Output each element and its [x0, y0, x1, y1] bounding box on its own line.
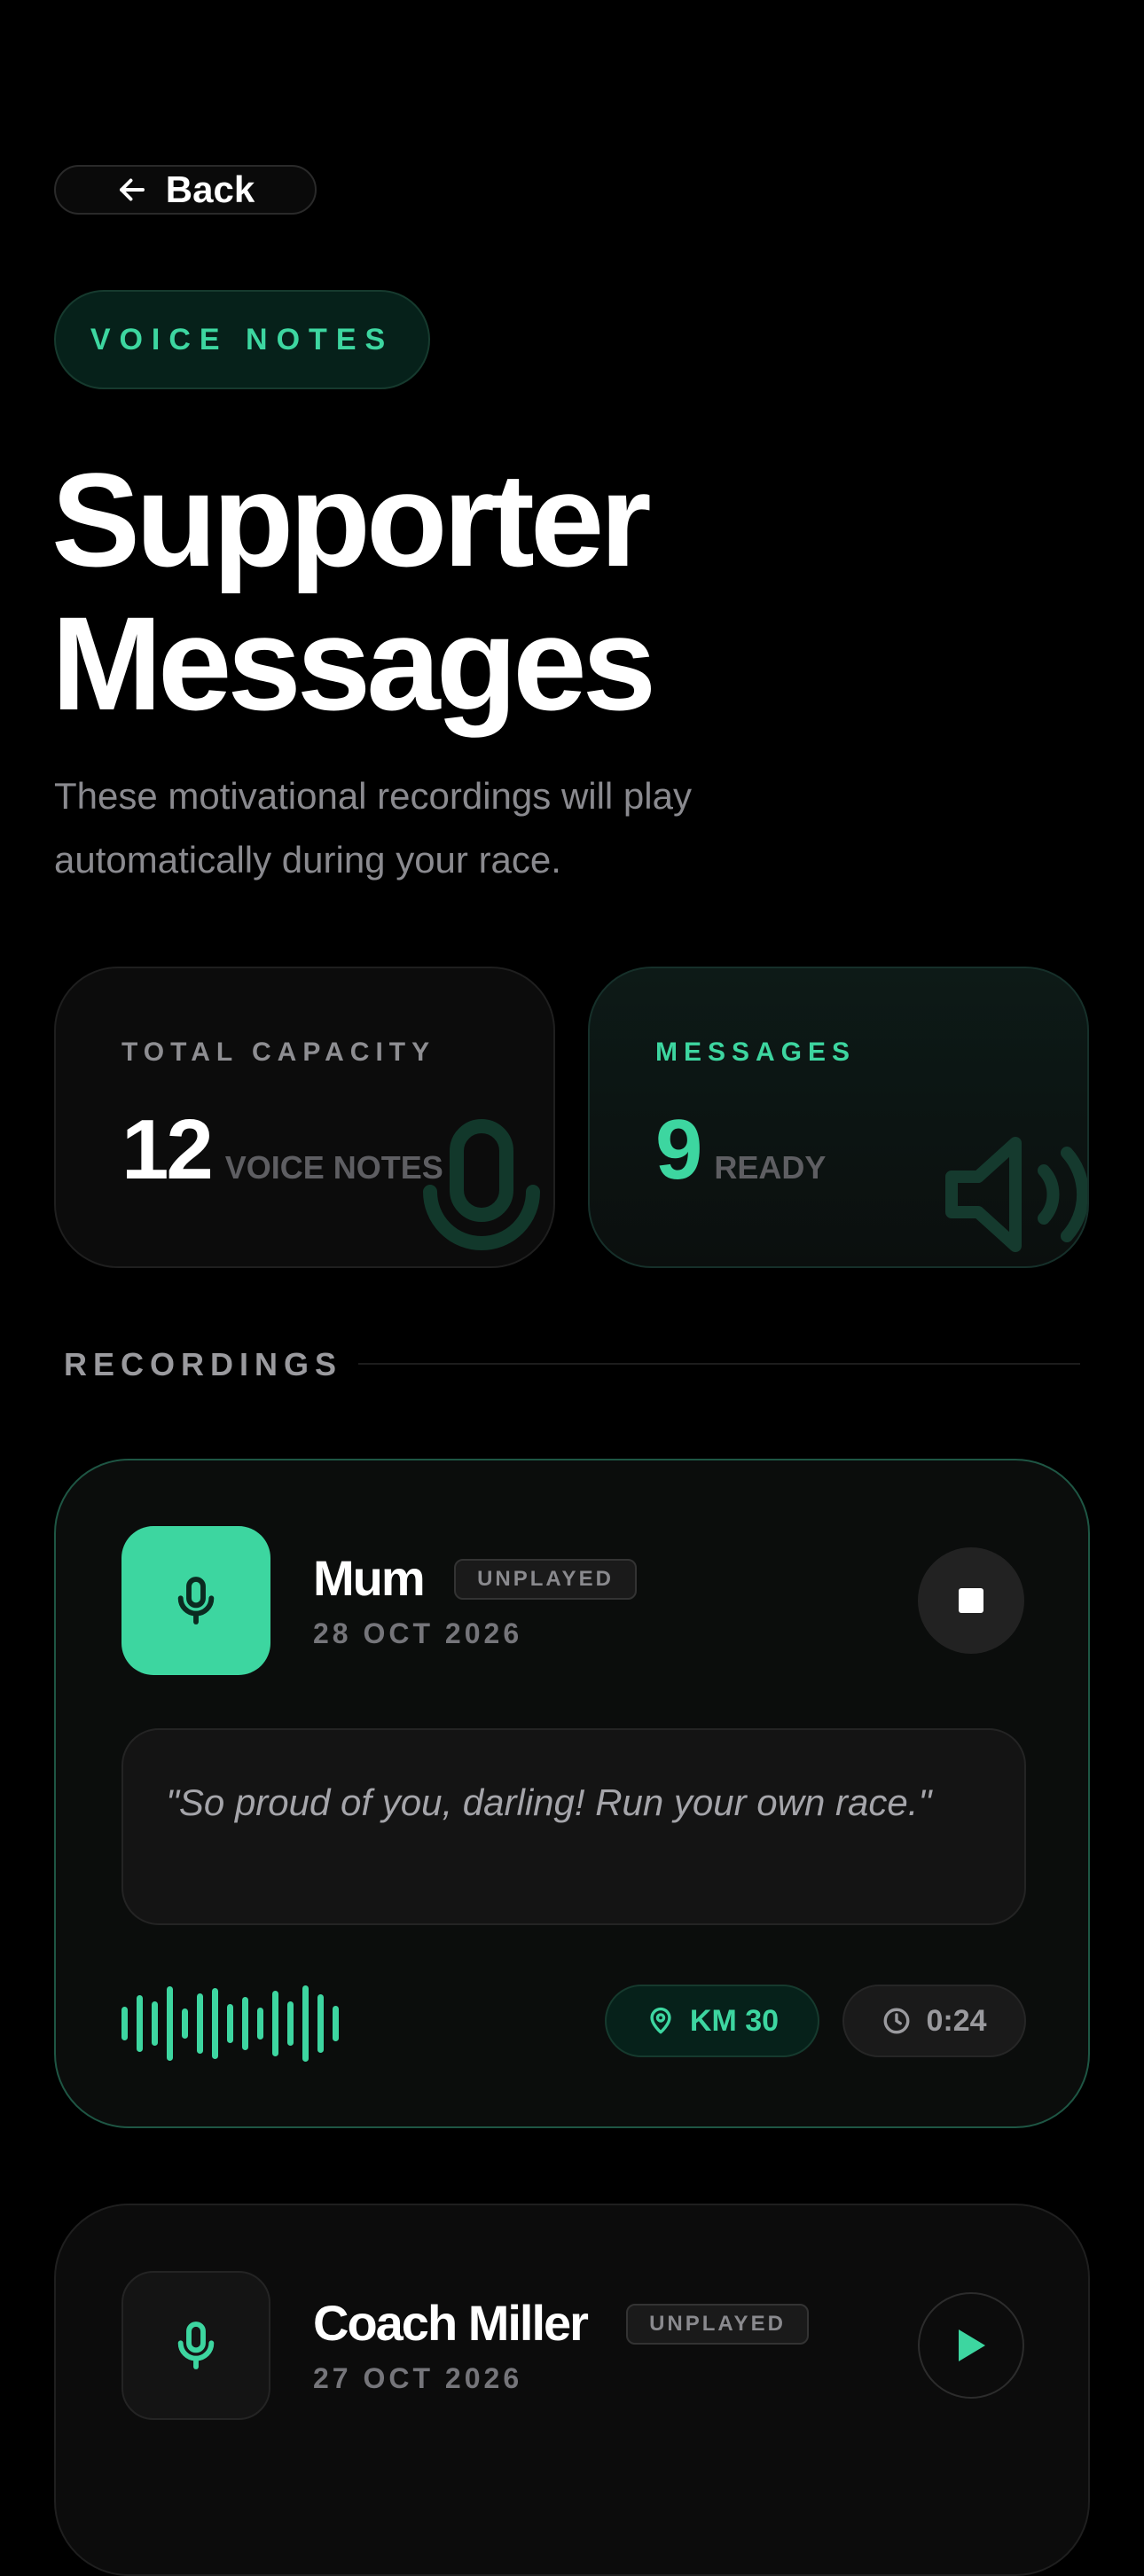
recording-date: 27 OCT 2026: [313, 2362, 523, 2394]
speaker-icon: [945, 1137, 1087, 1252]
mic-icon: [177, 1577, 215, 1625]
status-badge: UNPLAYED: [626, 2304, 809, 2345]
page-subtitle: These motivational recordings will play …: [54, 775, 692, 881]
stat-label: MESSAGES: [655, 1037, 857, 1067]
mic-icon: [423, 1119, 540, 1250]
duration-chip: 0:24: [842, 1985, 1026, 2057]
play-button[interactable]: [918, 2292, 1024, 2399]
stat-unit: VOICE NOTES: [224, 1149, 443, 1186]
back-button-label: Back: [165, 168, 255, 210]
back-button[interactable]: Back: [54, 165, 317, 215]
voice-notes-screen: Back VOICE NOTES Supporter Messages Thes…: [0, 0, 1144, 2576]
stop-button[interactable]: [918, 1547, 1024, 1654]
km-marker-chip: KM 30: [605, 1985, 819, 2057]
stat-unit: READY: [714, 1149, 827, 1186]
stat-card-total-capacity: TOTAL CAPACITY 12 VOICE NOTES: [54, 967, 555, 1268]
recording-name: Coach Miller: [313, 2295, 589, 2351]
recording-card[interactable]: Coach Miller UNPLAYED 27 OCT 2026: [54, 2204, 1090, 2576]
page-title-line-1: Supporter: [51, 445, 652, 594]
duration-label: 0:24: [926, 2003, 987, 2038]
recording-avatar: [121, 2271, 270, 2420]
recordings-header: RECORDINGS: [64, 1346, 343, 1382]
recording-card[interactable]: Mum UNPLAYED 28 OCT 2026 "So proud of yo…: [54, 1459, 1090, 2128]
status-badge: UNPLAYED: [454, 1559, 637, 1600]
location-pin-icon: [650, 2007, 671, 2034]
recording-avatar: [121, 1526, 270, 1675]
page-title-line-2: Messages: [51, 589, 656, 738]
clock-icon: [884, 2008, 910, 2034]
section-pill: VOICE NOTES: [54, 290, 430, 389]
mic-icon: [177, 2322, 215, 2369]
recording-quote: "So proud of you, darling! Run your own …: [121, 1728, 1026, 1925]
stat-value: 9: [655, 1102, 702, 1197]
play-icon: [959, 2329, 985, 2361]
section-pill-label: VOICE NOTES: [90, 322, 395, 356]
arrow-left-icon: [119, 178, 145, 201]
km-marker-label: KM 30: [689, 2003, 780, 2038]
page-title: Supporter Messages: [51, 445, 656, 738]
stat-value-row: 9 READY: [655, 1101, 826, 1199]
stat-value-row: 12 VOICE NOTES: [121, 1101, 443, 1199]
recording-date: 28 OCT 2026: [313, 1617, 523, 1649]
stop-icon: [959, 1588, 983, 1613]
recording-name: Mum: [313, 1550, 426, 1606]
divider: [358, 1363, 1080, 1365]
stat-card-messages: MESSAGES 9 READY: [588, 967, 1089, 1268]
stat-value: 12: [121, 1102, 214, 1197]
stat-label: TOTAL CAPACITY: [121, 1037, 436, 1067]
waveform: [121, 1984, 339, 2063]
